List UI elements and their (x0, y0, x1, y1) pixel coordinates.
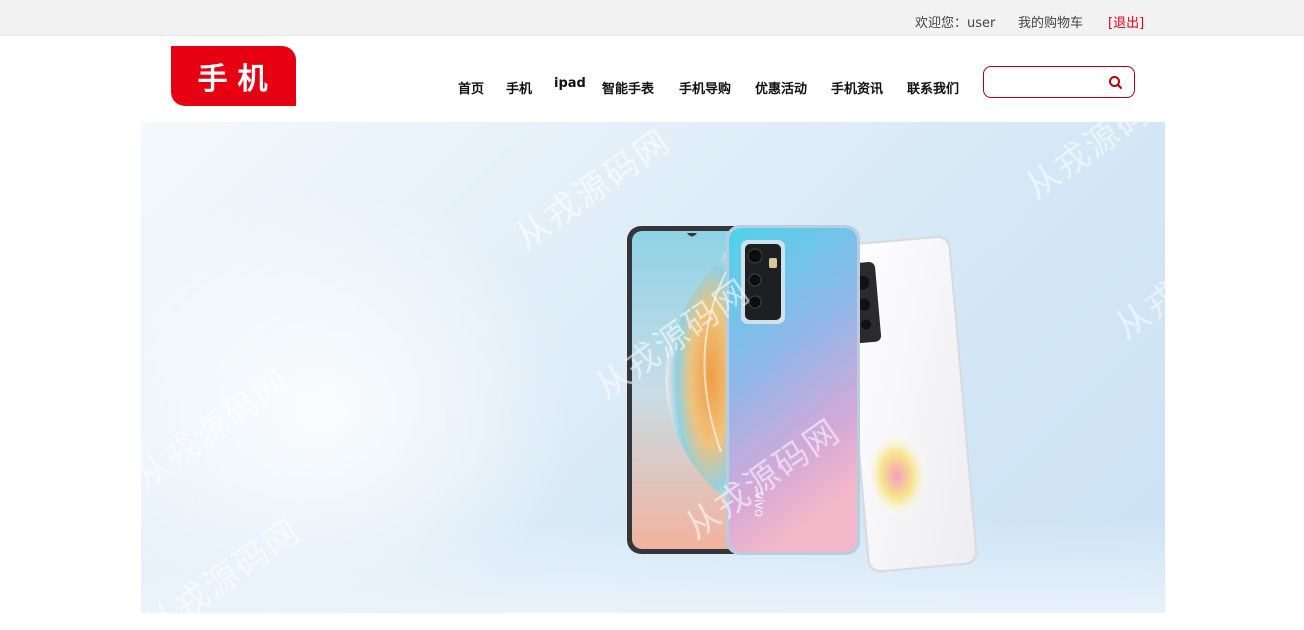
nav-item-promotions[interactable]: 优惠活动 (755, 78, 807, 97)
nav-item-home[interactable]: 首页 (458, 78, 484, 97)
top-bar: 欢迎您：user 我的购物车 [退出] (0, 0, 1304, 36)
banner-phones-image: vivo (627, 225, 978, 573)
phone-brand-text: vivo (752, 492, 768, 517)
blue-phone: vivo (726, 225, 860, 555)
my-cart-link[interactable]: 我的购物车 (1018, 12, 1083, 31)
search-icon[interactable] (1106, 73, 1126, 93)
search-input[interactable] (992, 72, 1102, 92)
nav-item-phones[interactable]: 手机 (506, 78, 532, 97)
site-logo[interactable]: 手机 (171, 46, 296, 106)
nav-item-phone-guide[interactable]: 手机导购 (679, 78, 731, 97)
white-phone (840, 235, 978, 573)
nav-item-phone-news[interactable]: 手机资讯 (831, 78, 883, 97)
logout-link[interactable]: [退出] (1108, 12, 1144, 31)
welcome-label: 欢迎您： (915, 16, 968, 31)
nav-item-contact-us[interactable]: 联系我们 (907, 78, 959, 97)
search-box (983, 66, 1135, 98)
welcome-text: 欢迎您：user (915, 12, 995, 31)
nav-item-smartwatch[interactable]: 智能手表 (602, 78, 654, 97)
logo-text: 手机 (197, 62, 278, 97)
username: user (967, 16, 996, 31)
hero-banner[interactable]: vivo 从戎源码网 从戎源码网 从戎源码网 从戎源码网 从戎源码网 从戎源码网… (141, 122, 1165, 613)
nav-item-ipad[interactable]: ipad (554, 76, 586, 91)
